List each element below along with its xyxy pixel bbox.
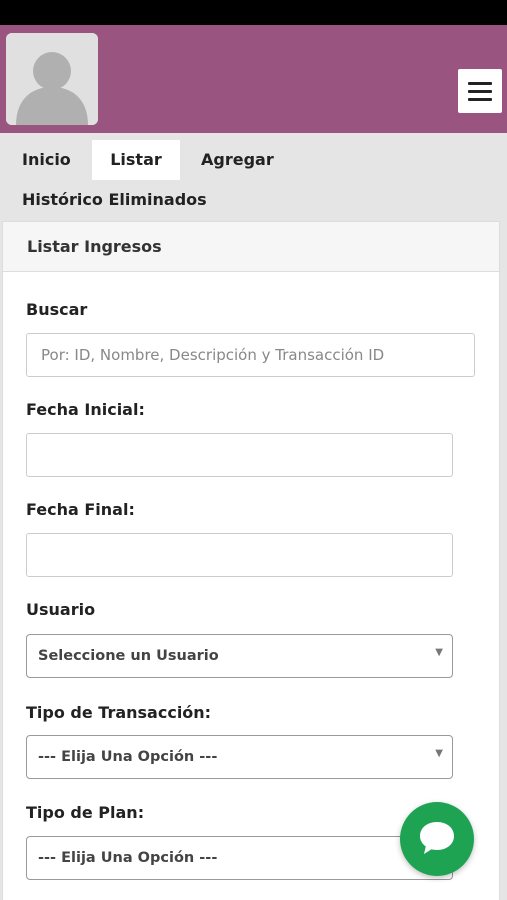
start-date-label: Fecha Inicial: <box>26 400 145 419</box>
user-select[interactable]: Seleccione un Usuario ▼ <box>26 634 453 678</box>
user-select-value: Seleccione un Usuario <box>38 648 219 664</box>
tab-agregar[interactable]: Agregar <box>197 140 278 180</box>
plan-type-select-value: --- Elija Una Opción --- <box>38 850 218 866</box>
search-label: Buscar <box>26 300 88 319</box>
tab-inicio[interactable]: Inicio <box>18 140 75 180</box>
end-date-label: Fecha Final: <box>26 500 135 519</box>
transaction-type-label: Tipo de Transacción: <box>26 703 212 722</box>
transaction-type-select-value: --- Elija Una Opción --- <box>38 749 218 765</box>
tab-bar: Inicio Listar Agregar Histórico Eliminad… <box>0 133 507 221</box>
start-date-field[interactable] <box>26 433 453 477</box>
user-avatar-icon <box>6 33 98 125</box>
app-header <box>0 25 507 133</box>
end-date-field[interactable] <box>26 533 453 577</box>
avatar[interactable] <box>6 33 98 125</box>
status-bar <box>0 0 507 25</box>
transaction-type-select[interactable]: --- Elija Una Opción --- ▼ <box>26 735 453 779</box>
plan-type-select[interactable]: --- Elija Una Opción --- <box>26 836 453 880</box>
chat-bubble-icon <box>420 822 454 854</box>
plan-type-label: Tipo de Plan: <box>26 803 145 822</box>
panel-title: Listar Ingresos <box>3 222 499 272</box>
user-label: Usuario <box>26 600 96 619</box>
search-input[interactable] <box>26 333 475 377</box>
caret-down-icon: ▼ <box>435 647 443 658</box>
tab-historico-eliminados[interactable]: Histórico Eliminados <box>18 180 211 220</box>
hamburger-menu-icon[interactable] <box>458 69 502 113</box>
caret-down-icon: ▼ <box>435 748 443 759</box>
tab-listar[interactable]: Listar <box>92 140 180 180</box>
chat-button[interactable] <box>400 802 474 876</box>
